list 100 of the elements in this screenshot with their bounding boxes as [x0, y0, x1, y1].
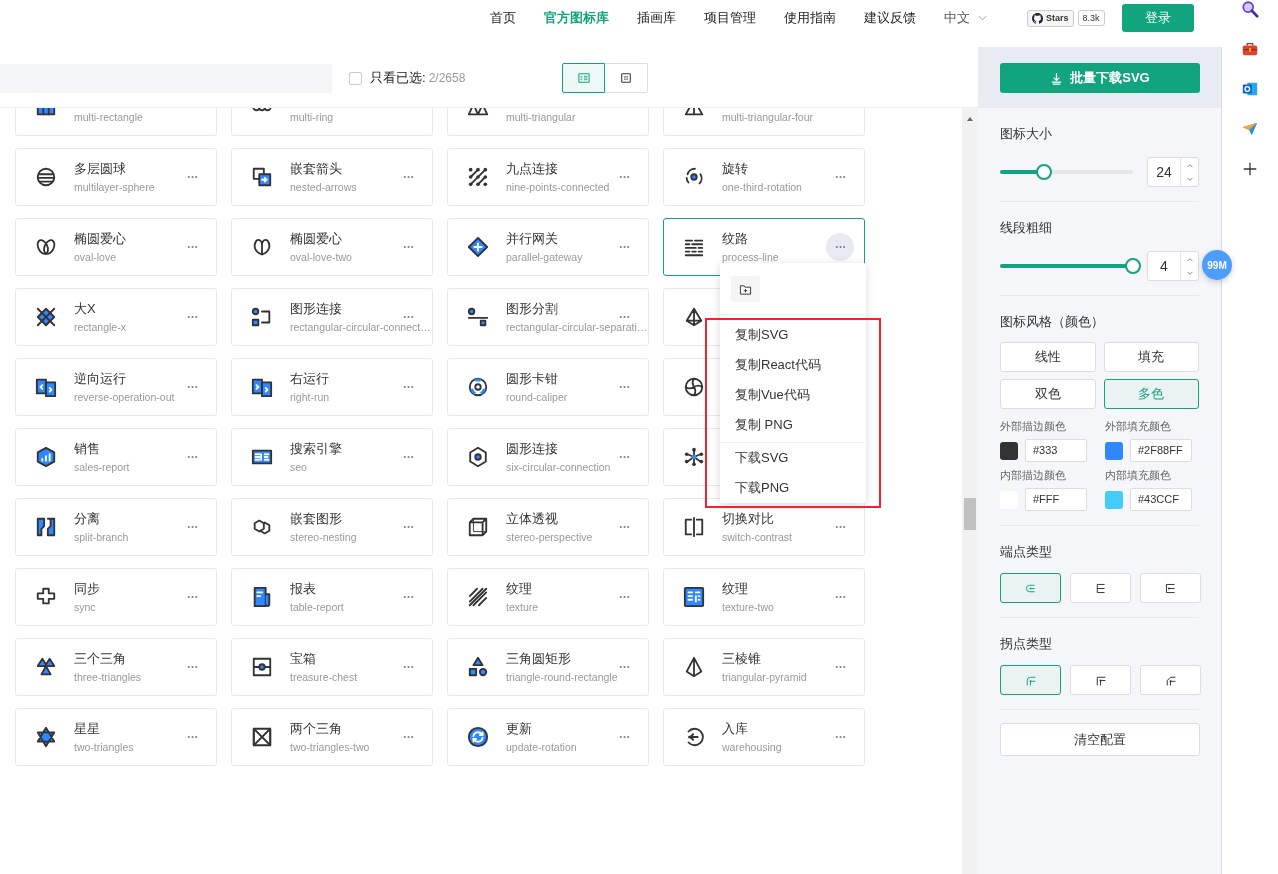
nav-link[interactable]: 建议反馈	[864, 9, 916, 27]
menu-item[interactable]: 下载SVG	[720, 443, 866, 473]
icon-title: 入库	[722, 720, 749, 737]
icon-card[interactable]: 两个三角 two-triangles-two	[231, 708, 433, 766]
scrollbar-thumb[interactable]	[964, 498, 976, 530]
icon-card[interactable]: 入库 warehousing	[663, 708, 865, 766]
icon-card[interactable]: 三棱锥 triangular-pyramid	[663, 638, 865, 696]
language-dropdown[interactable]: 中文	[944, 9, 987, 27]
icon-code-name: nested-arrows	[290, 179, 357, 194]
icon-card[interactable]: 分离 split-branch	[15, 498, 217, 556]
menu-item[interactable]: 复制Vue代码	[720, 380, 866, 410]
bevel-join-button[interactable]	[1140, 665, 1201, 695]
menu-item[interactable]: 复制 PNG	[720, 410, 866, 440]
mail-app-icon[interactable]	[1241, 80, 1259, 98]
icon-card[interactable]: 立体透视 stereo-perspective	[447, 498, 649, 556]
menu-item[interactable]: 复制SVG	[720, 320, 866, 350]
number-field[interactable]: 4	[1147, 251, 1199, 281]
more-icon	[402, 385, 414, 389]
split-icon	[35, 516, 57, 538]
butt-cap-button[interactable]	[1070, 573, 1131, 603]
selected-count: 2/2658	[428, 71, 466, 85]
paper-plane-icon[interactable]	[1241, 120, 1259, 138]
icon-code-name: switch-contrast	[722, 529, 793, 544]
color-field[interactable]: #2F88FF	[1130, 439, 1192, 462]
add-to-project-button[interactable]	[731, 276, 760, 302]
icon-card[interactable]: 星星 two-triangles	[15, 708, 217, 766]
icon-card[interactable]: 销售 sales-report	[15, 428, 217, 486]
slider-thumb[interactable]	[1035, 164, 1052, 180]
icon-title: 同步	[74, 580, 100, 597]
icon-card[interactable]: 旋转 one-third-rotation	[663, 148, 865, 206]
round-cap-button[interactable]	[1000, 573, 1061, 603]
icon-card[interactable]: 图形连接 rectangular-circular-connect…	[231, 288, 433, 346]
icon-code-name: multi-ring	[290, 110, 334, 124]
add-icon[interactable]	[1241, 160, 1259, 178]
increment-icon[interactable]	[1185, 162, 1194, 168]
miter-join-button[interactable]	[1070, 665, 1131, 695]
nav-link[interactable]: 项目管理	[704, 9, 756, 27]
color-label: 外部描边颜色	[1000, 419, 1067, 433]
icon-card[interactable]: 宝箱 treasure-chest	[231, 638, 433, 696]
icon-card[interactable]: 同步 sync	[15, 568, 217, 626]
color-swatch[interactable]	[1105, 441, 1123, 460]
icon-card[interactable]: 嵌套箭头 nested-arrows	[231, 148, 433, 206]
number-field[interactable]: 24	[1147, 157, 1199, 187]
icon-card[interactable]: 圆形卡钳 round-caliper	[447, 358, 649, 416]
icon-card[interactable]: 椭圆爱心 oval-love-two	[231, 218, 433, 276]
color-field[interactable]: #FFF	[1025, 488, 1087, 511]
style-option[interactable]: 双色	[1000, 379, 1096, 409]
slider-thumb[interactable]	[1125, 258, 1141, 274]
icon-card[interactable]: 多层圆球 multilayer-sphere	[15, 148, 217, 206]
caret-icon	[978, 15, 987, 21]
icon-card[interactable]: 九点连接 nine-points-connected	[447, 148, 649, 206]
color-field[interactable]: #333	[1025, 439, 1087, 462]
gear-icon	[467, 446, 489, 468]
icon-card[interactable]: 三个三角 three-triangles	[15, 638, 217, 696]
icon-card[interactable]: 右运行 right-run	[231, 358, 433, 416]
icon-card[interactable]: 切换对比 switch-contrast	[663, 498, 865, 556]
more-icon	[402, 245, 414, 249]
icon-card[interactable]: 更新 update-rotation	[447, 708, 649, 766]
icon-card[interactable]: 嵌套图形 stereo-nesting	[231, 498, 433, 556]
style-option[interactable]: 线性	[1000, 342, 1096, 372]
increment-icon[interactable]	[1185, 256, 1194, 262]
nav-link[interactable]: 使用指南	[784, 9, 836, 27]
color-swatch[interactable]	[1000, 441, 1018, 460]
icon-card[interactable]: 纹理 texture-two	[663, 568, 865, 626]
nav-link[interactable]: 首页	[490, 9, 516, 27]
icon-code-name: one-third-rotation	[722, 179, 802, 194]
icon-card[interactable]: 椭圆爱心 oval-love	[15, 218, 217, 276]
icon-card[interactable]: 大X rectangle-x	[15, 288, 217, 346]
icon-card[interactable]: 三角圆矩形 triangle-round-rectangle	[447, 638, 649, 696]
icon-card[interactable]: 纹理 texture	[447, 568, 649, 626]
more-icon	[186, 385, 198, 389]
scrollbar[interactable]	[962, 108, 978, 874]
icon-card[interactable]: 圆形连接 six-circular-connection	[447, 428, 649, 486]
icon-card[interactable]: 并行网关 parallel-gateway	[447, 218, 649, 276]
square-cap-button[interactable]	[1140, 573, 1201, 603]
icon-title: 大X	[74, 300, 97, 317]
icon-code-name: texture-two	[722, 599, 774, 614]
menu-item[interactable]: 复制React代码	[720, 350, 866, 380]
diamond-x-icon	[35, 306, 57, 328]
color-field[interactable]: #43CCF	[1130, 488, 1192, 511]
color-swatch[interactable]	[1105, 490, 1123, 509]
toolbox-icon[interactable]	[1241, 40, 1259, 58]
nav-link[interactable]: 插画库	[637, 9, 676, 27]
decrement-icon[interactable]	[1185, 176, 1194, 182]
style-option[interactable]: 填充	[1103, 342, 1199, 372]
icon-card[interactable]: 逆向运行 reverse-operation-out	[15, 358, 217, 416]
scroll-up-arrow-icon	[966, 116, 974, 122]
checkbox[interactable]	[349, 71, 362, 85]
decrement-icon[interactable]	[1185, 270, 1194, 276]
icon-card[interactable]: 搜索引擎 seo	[231, 428, 433, 486]
reset-button[interactable]: 清空配置	[1000, 723, 1200, 756]
github-stars-button[interactable]: Stars	[1027, 9, 1074, 27]
round-join-button[interactable]	[1000, 665, 1061, 695]
icon-card[interactable]: 报表 table-report	[231, 568, 433, 626]
more-button[interactable]	[826, 233, 854, 261]
icon-title: 圆形连接	[506, 440, 559, 457]
icon-card[interactable]: 图形分割 rectangular-circular-separati…	[447, 288, 649, 346]
grid-view-button[interactable]	[605, 63, 649, 93]
search-icon[interactable]	[1241, 0, 1259, 18]
list-view-button[interactable]	[562, 63, 606, 93]
